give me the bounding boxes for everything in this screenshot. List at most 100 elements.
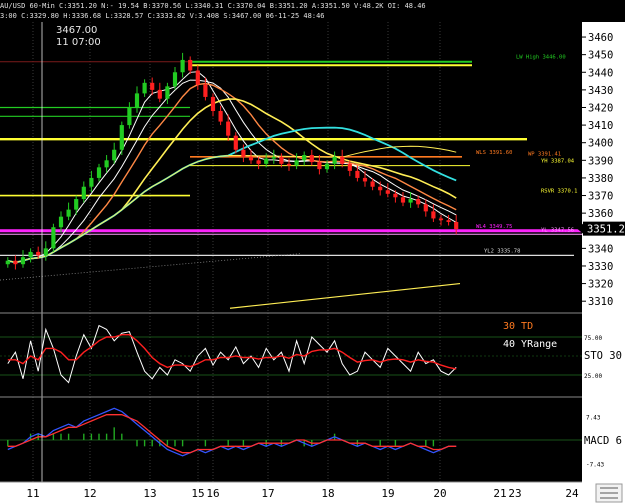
time-tick-label: 18 [321,487,334,500]
time-tick-label: 11 [26,487,39,500]
candle-body [203,84,208,97]
candle-body [264,158,269,164]
time-tick-label: 13 [143,487,156,500]
candle-body [317,162,322,170]
candle-body [28,251,33,258]
chart-background [0,0,625,504]
candle-body [74,199,79,210]
candle-body [134,93,140,108]
price-tick-label: 3460 [588,32,613,44]
candle-body [119,125,124,150]
price-tick-label: 3360 [588,208,613,220]
candle-body [438,218,444,221]
price-tick-label: 3420 [588,102,613,114]
candle-body [157,89,162,99]
price-tick-label: 3380 [588,173,613,185]
time-tick-label: 24 [565,487,579,500]
candle-body [408,199,413,203]
time-tick-label: 23 [508,487,521,500]
quote-header-line-1: AU/USD 60-Min C:3351.20 N:- 19.54 B:3370… [0,2,426,10]
macd-tick-label: 7.43 [586,414,601,421]
last-price-label: 3351.20 [587,224,625,236]
price-tick-label: 3320 [588,279,613,291]
time-tick-label: 17 [261,487,274,500]
stochastic-axis-label: STO 30 [584,350,622,362]
candle-body [218,111,223,122]
candle-body [302,155,307,161]
price-tick-label: 3390 [588,155,613,167]
candle-body [347,163,352,171]
candle-body [256,160,261,164]
candle-body [248,156,254,161]
candle-body [385,190,390,194]
candle-body [172,72,178,87]
candle-body [423,204,428,212]
candle-body [233,135,238,150]
candle-body [195,70,200,85]
price-tick-label: 3340 [588,243,613,255]
candle-body [210,96,216,112]
candle-body [165,86,170,99]
stochastic-label: 40 YRange [503,339,557,350]
level-label: YL 3347.56 [541,227,574,233]
candle-body [454,221,459,229]
time-tick-label: 12 [83,487,96,500]
price-tick-label: 3410 [588,120,613,132]
candle-body [142,82,147,94]
candle-body [112,149,117,161]
candle-body [400,197,406,203]
stochastic-tick-label: 75.00 [584,335,602,342]
candle-body [96,167,102,178]
candle-body [294,160,299,166]
level-label: YH 3387.04 [541,159,575,165]
candle-body [378,186,383,191]
crosshair-time: 11 07:00 [56,37,101,48]
candle-body [355,170,360,178]
candle-body [393,193,398,198]
candle-body [180,59,185,73]
price-tick-label: 3400 [588,138,613,150]
settings-icon[interactable] [595,483,623,503]
time-tick-label: 21 [493,487,506,500]
candle-body [332,156,337,164]
price-tick-label: 3450 [588,50,613,62]
candle-body [286,163,292,166]
candle-body [13,260,18,265]
candle-body [340,156,345,164]
candle-body [362,177,368,182]
candle-body [416,199,421,205]
price-tick-label: 3440 [588,67,613,79]
crosshair-price: 3467.00 [56,25,98,36]
time-tick-label: 16 [206,487,219,500]
time-tick-label: 19 [381,487,394,500]
macd-axis-label: MACD 6 [584,435,622,447]
candle-body [226,121,231,136]
candle-body [279,156,284,164]
time-tick-label: 15 [191,487,204,500]
candle-body [20,257,26,265]
time-tick-label: 20 [433,487,446,500]
price-tick-label: 3330 [588,261,613,273]
price-tick-label: 3310 [588,296,613,308]
candle-body [81,186,86,200]
candle-body [36,251,41,256]
level-label: LW High 3446.00 [516,55,566,61]
stochastic-tick-label: 25.00 [584,373,602,380]
candle-body [43,248,48,256]
candle-body [324,163,330,170]
price-chart[interactable]: LW High 3446.00 WLS 3391.60 YH 3387.04 RSVR… [0,0,625,504]
price-tick-label: 3430 [588,85,613,97]
candle-body [5,260,10,265]
level-label: WLS 3391.60 [476,150,512,156]
candle-body [89,177,94,187]
candle-body [241,149,246,157]
level-label: RSVR 3370.1 [541,189,577,195]
candle-body [271,156,276,159]
candle-body [150,82,155,90]
candle-body [66,209,71,217]
candle-body [127,107,132,126]
candle-body [188,59,193,71]
quote-header-line-2: 3:00 C:3329.80 H:3336.68 L:3328.57 C:333… [0,12,325,20]
candle-body [431,211,436,219]
candle-body [309,155,314,163]
